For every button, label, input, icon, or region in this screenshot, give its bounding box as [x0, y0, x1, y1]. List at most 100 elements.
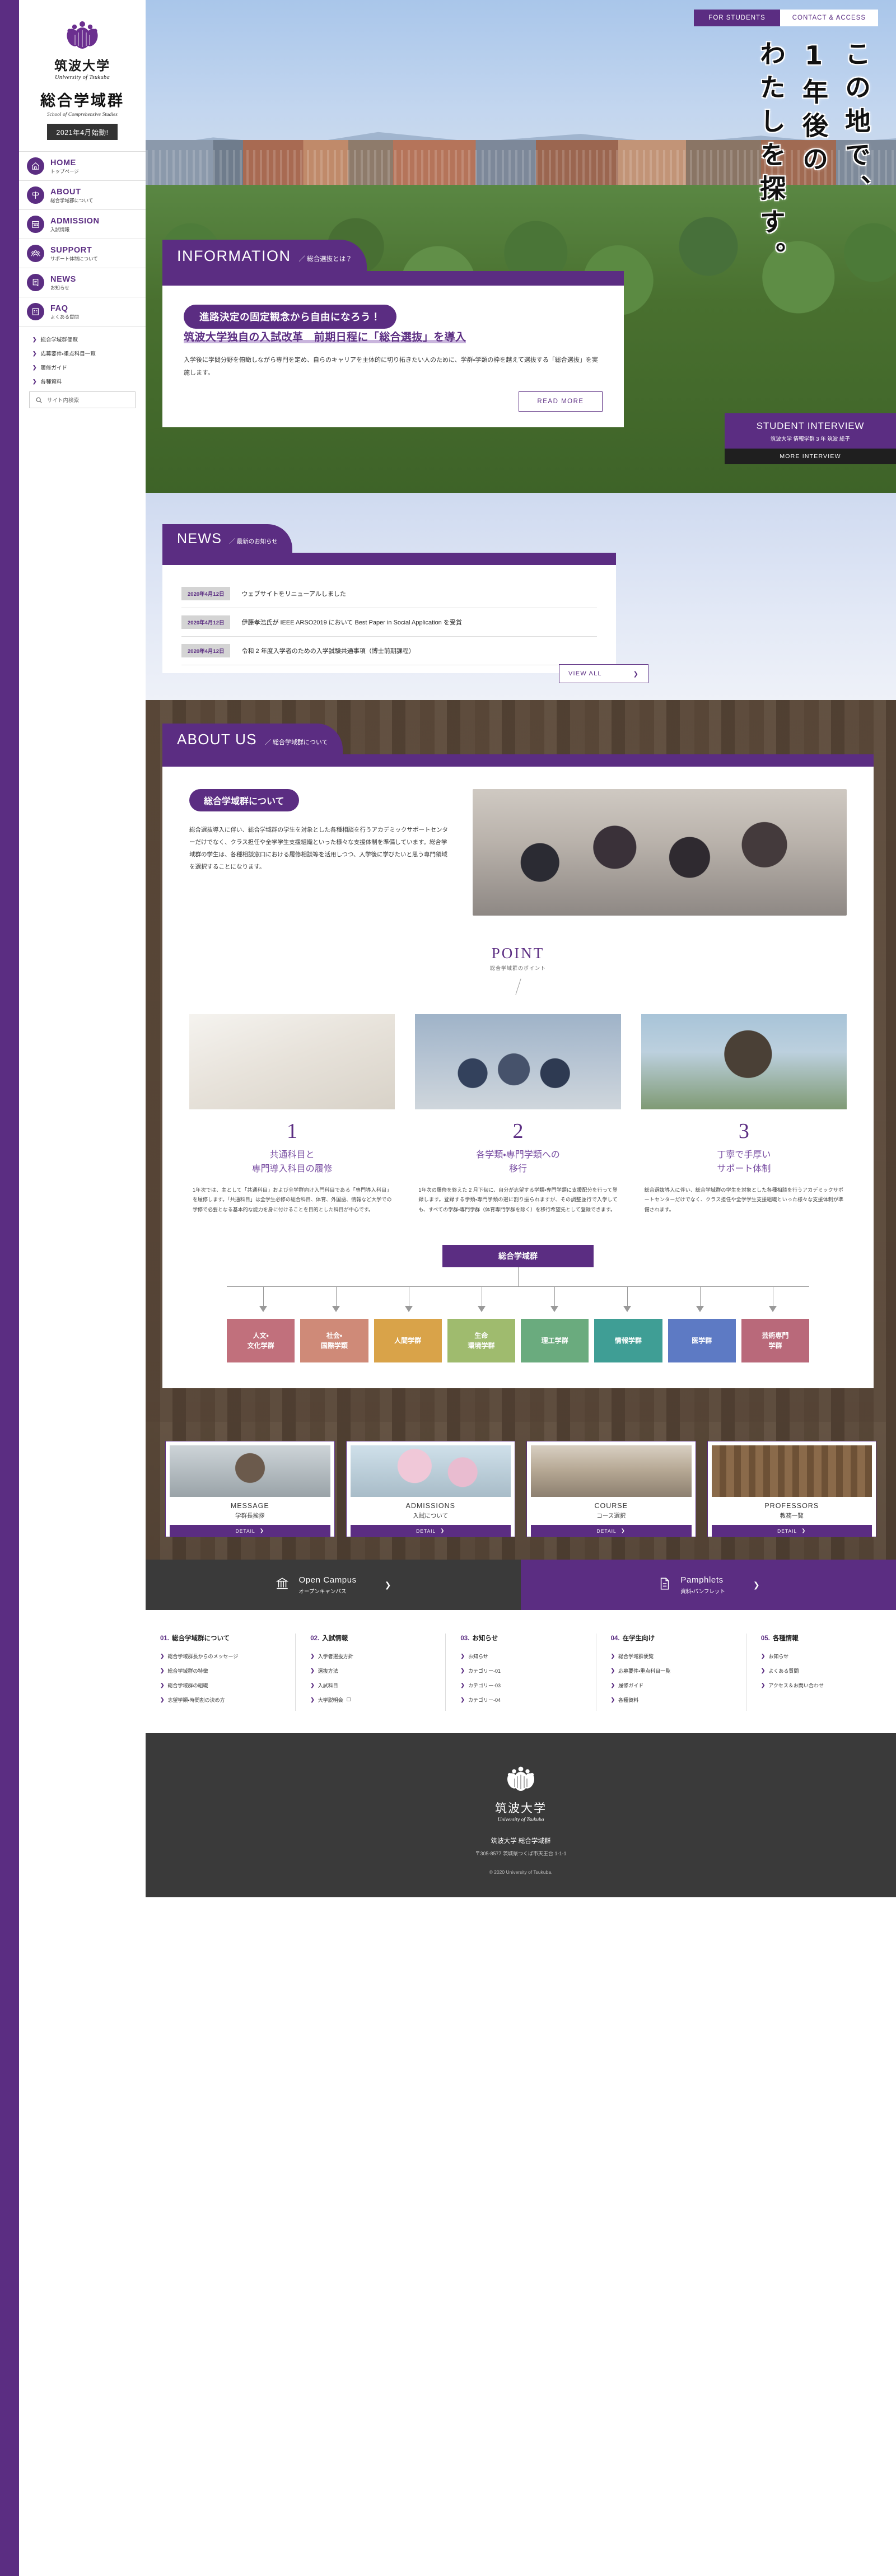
- quicklink-card[interactable]: PROFESSORS 教務一覧 DETAIL ❯: [707, 1441, 876, 1538]
- footer-link[interactable]: ❯ お知らせ: [460, 1653, 581, 1660]
- point-divider: [515, 978, 521, 995]
- chevron-right-icon: ❯: [633, 670, 639, 678]
- university-crest-icon: [67, 21, 98, 49]
- hero-headline-line-1: この地で、: [841, 40, 871, 208]
- point-cards: 1 共通科目と 専門導入科目の履修 1年次では、主として「共通科目」および全学群…: [189, 1014, 847, 1215]
- sidebar-sub-link-label: 履修ガイド: [40, 365, 68, 371]
- sidebar-item-news[interactable]: NEWS お知らせ: [19, 268, 146, 297]
- chevron-right-icon: ❯: [610, 1682, 615, 1688]
- footer-link[interactable]: ❯ カテゴリー-01: [460, 1667, 581, 1674]
- footer-link[interactable]: ❯ カテゴリー-03: [460, 1682, 581, 1689]
- quicklink-cards-section: MESSAGE 学群長挨拶 DETAIL ❯ ADMISSIONS 入試について: [146, 1422, 896, 1560]
- chevron-right-icon: ❯: [32, 378, 37, 384]
- department-box[interactable]: 人文・ 文化学群: [227, 1319, 295, 1363]
- sidebar-item-home[interactable]: HOME トップページ: [19, 152, 146, 181]
- footer-link[interactable]: ❯ 総合学域群便覧: [611, 1653, 731, 1660]
- footer-link-label: カテゴリー-03: [468, 1683, 501, 1689]
- footer-link[interactable]: ❯ 選抜方法: [310, 1667, 431, 1674]
- sidebar-sub-link[interactable]: ❯ 総合学域群便覧: [32, 335, 146, 344]
- footer-column-title: 各種情報: [772, 1635, 799, 1642]
- department-box[interactable]: 情報学群: [594, 1319, 662, 1363]
- footer-link[interactable]: ❯ よくある質問: [761, 1667, 881, 1674]
- sidebar-nav: HOME トップページ ABOUT 総合学域郡について ADMISSION 入試…: [19, 151, 146, 326]
- footer-link[interactable]: ❯ 総合学域群長からのメッセージ: [160, 1653, 281, 1660]
- diagram-drop: [664, 1287, 736, 1313]
- footer-link[interactable]: ❯ アクセス＆お問い合わせ: [761, 1682, 881, 1689]
- pamphlets-cta[interactable]: Pamphlets 資料・パンフレット ❯: [521, 1560, 896, 1611]
- about-pill: 総合学域群について: [189, 789, 299, 811]
- diagram-rail: [227, 1286, 809, 1287]
- sidebar-sub-link[interactable]: ❯ 履修ガイド: [32, 363, 146, 372]
- sidebar-sub-links: ❯ 総合学域群便覧 ❯ 応募要件・重点科目一覧 ❯ 履修ガイド ❯ 各種資料: [19, 326, 146, 386]
- brand-logo-block[interactable]: 筑波大学 University of Tsukuba 総合学域群 School …: [19, 0, 146, 140]
- footer-link[interactable]: ❯ 各種資料: [611, 1696, 731, 1704]
- footer-column-heading: 03. お知らせ: [460, 1634, 581, 1642]
- point-card: 3 丁寧で手厚い サポート体制 総合選抜導入に伴い、総合学域群の学生を対象とした…: [641, 1014, 847, 1215]
- department-box[interactable]: 社会・ 国際学類: [300, 1319, 368, 1363]
- sidebar-sub-link-label: 総合学域群便覧: [40, 337, 78, 343]
- footer-link[interactable]: ❯ 応募要件・重点科目一覧: [611, 1667, 731, 1674]
- sidebar-item-admission[interactable]: ADMISSION 入試情報: [19, 210, 146, 239]
- brand-dept-en: School of Comprehensive Studies: [46, 111, 118, 117]
- footer-link[interactable]: ❯ 大学説明会 ☐: [310, 1696, 431, 1704]
- department-box[interactable]: 医学群: [668, 1319, 736, 1363]
- footer-link[interactable]: ❯ 履修ガイド: [611, 1682, 731, 1689]
- open-campus-cta[interactable]: Open Campus オープンキャンパス ❯: [146, 1560, 521, 1611]
- footer-link[interactable]: ❯ 志望学類・時間割の決め方: [160, 1696, 281, 1704]
- news-item[interactable]: 2020年4月12日 令和 2 年度入学者のための入学試験共通事項（博士前期課程…: [181, 637, 597, 665]
- footer-column-title: 在学生向け: [622, 1635, 655, 1642]
- footer-link[interactable]: ❯ 入試科目: [310, 1682, 431, 1689]
- for-students-button[interactable]: FOR STUDENTS: [694, 10, 780, 26]
- signpost-icon: [27, 186, 44, 204]
- news-item[interactable]: 2020年4月12日 伊藤孝浩氏が IEEE ARSO2019 において Bes…: [181, 608, 597, 637]
- view-all-label: VIEW ALL: [568, 670, 602, 677]
- quicklink-card[interactable]: ADMISSIONS 入試について DETAIL ❯: [346, 1441, 515, 1538]
- brand-dept-jp: 総合学域群: [40, 92, 124, 109]
- search-input[interactable]: サイト内検索: [29, 391, 136, 408]
- hero-headline-line-2: 1年後の: [799, 40, 829, 179]
- footer-logo-jp: 筑波大学: [495, 1802, 547, 1816]
- sidebar-item-support[interactable]: SUPPORT サポート体制について: [19, 239, 146, 268]
- sidebar-item-label-en: ABOUT: [50, 187, 81, 197]
- footer-link-column: 02. 入試情報 ❯ 入学者選抜方針 ❯ 選抜方法 ❯ 入試科目 ❯ 大学説明会 ☐: [295, 1634, 445, 1711]
- hero-topbar: FOR STUDENTS CONTACT & ACCESS: [146, 0, 896, 36]
- footer-link[interactable]: ❯ 総合学域群の特徴: [160, 1667, 281, 1674]
- chevron-right-icon: ❯: [440, 1528, 445, 1534]
- department-box[interactable]: 理工学群: [521, 1319, 589, 1363]
- footer-link[interactable]: ❯ 総合学域群の組織: [160, 1682, 281, 1689]
- department-diagram: 総合学域群 人文・ 文化学群 社会・ 国際学類 人間学群 生命 環境学群 理工学…: [189, 1245, 847, 1363]
- department-box[interactable]: 芸術専門 学群: [741, 1319, 809, 1363]
- quicklink-card-detail-button[interactable]: DETAIL ❯: [531, 1525, 692, 1537]
- quicklink-card-detail-button[interactable]: DETAIL ❯: [170, 1525, 330, 1537]
- read-more-button[interactable]: READ MORE: [519, 391, 603, 412]
- information-body: 進路決定の固定観念から自由になろう！ 筑波大学独自の入試改革 前期日程に「総合選…: [162, 286, 624, 428]
- view-all-button[interactable]: VIEW ALL ❯: [559, 664, 648, 683]
- calendar-icon: [27, 216, 44, 233]
- contact-access-button[interactable]: CONTACT & ACCESS: [780, 10, 878, 26]
- sidebar-item-about[interactable]: ABOUT 総合学域郡について: [19, 181, 146, 210]
- sidebar-sub-link[interactable]: ❯ 応募要件・重点科目一覧: [32, 349, 146, 358]
- department-box[interactable]: 人間学群: [374, 1319, 442, 1363]
- student-interview-subtitle: 筑波大学 情報学群 3 年 筑波 総子: [771, 436, 850, 442]
- chevron-right-icon: ❯: [384, 1580, 391, 1589]
- quicklink-card[interactable]: MESSAGE 学群長挨拶 DETAIL ❯: [165, 1441, 335, 1538]
- quicklink-card-detail-button[interactable]: DETAIL ❯: [711, 1525, 872, 1537]
- quicklink-card[interactable]: COURSE コース選択 DETAIL ❯: [526, 1441, 696, 1538]
- chevron-right-icon: ❯: [801, 1528, 806, 1534]
- sidebar-item-label-jp: よくある質問: [50, 314, 80, 320]
- footer-link[interactable]: ❯ 入学者選抜方針: [310, 1653, 431, 1660]
- open-campus-label-en: Open Campus: [298, 1575, 357, 1585]
- news-header-bar: [162, 553, 616, 565]
- university-crest-icon: [507, 1766, 535, 1791]
- department-box[interactable]: 生命 環境学群: [447, 1319, 515, 1363]
- footer-link[interactable]: ❯ お知らせ: [761, 1653, 881, 1660]
- diagram-stem: [517, 1267, 519, 1287]
- sidebar-sub-link[interactable]: ❯ 各種資料: [32, 377, 146, 386]
- footer-link[interactable]: ❯ カテゴリー-04: [460, 1696, 581, 1704]
- more-interview-button[interactable]: MORE INTERVIEW: [725, 449, 896, 464]
- sidebar-item-faq[interactable]: FAQ よくある質問: [19, 297, 146, 326]
- footer-column-number: 04.: [610, 1635, 620, 1642]
- news-item[interactable]: 2020年4月12日 ウェブサイトをリニューアルしました: [181, 580, 597, 608]
- quicklink-card-detail-button[interactable]: DETAIL ❯: [350, 1525, 511, 1537]
- about-photo: [473, 789, 847, 916]
